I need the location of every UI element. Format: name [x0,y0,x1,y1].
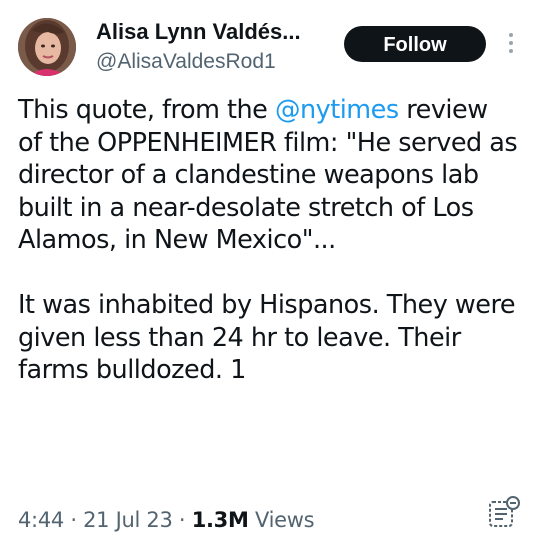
tweet-date[interactable]: 21 Jul 23 [83,508,173,532]
avatar[interactable] [18,18,76,76]
tweet-text: This quote, from the @nytimes review of … [18,94,518,387]
tweet-paragraph-1: This quote, from the @nytimes review of … [18,94,518,257]
tweet-time[interactable]: 4:44 [18,508,64,532]
more-dot [509,41,513,45]
views-label: Views [248,508,315,532]
tweet-card: Alisa Lynn Valdés... @AlisaValdesRod1 Fo… [0,0,540,551]
tweet-meta: 4:44 · 21 Jul 23 · 1.3M Views [18,506,315,534]
avatar-photo [18,18,76,76]
mention-link[interactable]: @nytimes [275,95,399,125]
meta-separator: · [172,508,192,532]
more-dot [509,33,513,37]
note-settings-icon[interactable] [486,494,522,530]
tweet-text-prefix: This quote, from the [18,95,275,125]
tweet-paragraph-2: It was inhabited by Hispanos. They were … [18,290,516,385]
follow-button[interactable]: Follow [344,26,486,62]
author-display-name[interactable]: Alisa Lynn Valdés... [96,18,301,46]
note-settings-icon-svg [489,496,520,527]
view-count[interactable]: 1.3M [192,508,249,532]
author-block: Alisa Lynn Valdés... @AlisaValdesRod1 [96,18,301,76]
more-vertical-icon[interactable] [506,33,516,57]
author-handle[interactable]: @AlisaValdesRod1 [96,48,301,76]
more-dot [509,49,513,53]
meta-separator: · [63,508,84,532]
